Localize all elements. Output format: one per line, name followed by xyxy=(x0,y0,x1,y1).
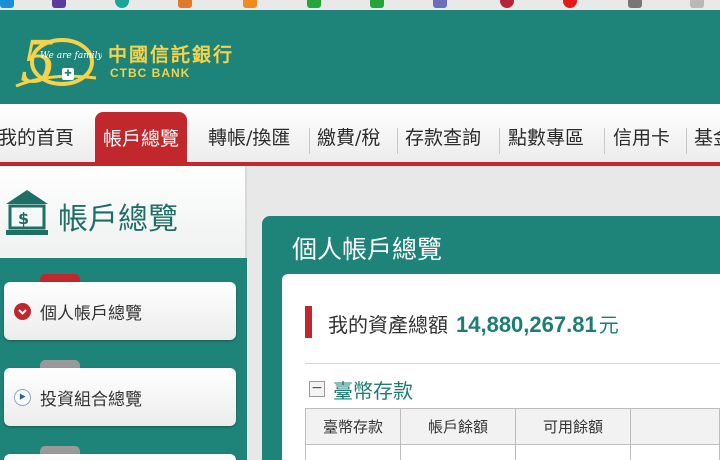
nav-separator xyxy=(499,128,500,154)
nav-item-payment[interactable]: 繳費/稅 xyxy=(317,118,380,158)
bank-name-cn: 中國信託銀行 xyxy=(108,44,235,66)
bank-building-icon: $ xyxy=(6,190,48,235)
section-title-twd-deposits[interactable]: 臺幣存款 xyxy=(333,375,413,404)
nav-item-fund[interactable]: 基金 xyxy=(694,118,720,158)
play-circle-icon xyxy=(14,389,31,406)
bank-name-en: CTBC BANK xyxy=(110,66,191,80)
bank-header: 5 We are family ✚ 中國信託銀行 CTBC BANK xyxy=(0,10,720,104)
sidebar-item-more[interactable] xyxy=(4,454,236,460)
bookmark-icon[interactable] xyxy=(690,0,704,8)
panel-title: 個人帳戶總覽 xyxy=(292,235,443,264)
table-header-cell: 可用餘額 xyxy=(515,408,631,445)
bookmark-icon[interactable] xyxy=(500,0,514,8)
sidebar-item-label: 個人帳戶總覽 xyxy=(40,304,142,324)
table-header-cell: 帳戶餘額 xyxy=(400,408,516,445)
table-header-row: 臺幣存款 帳戶餘額 可用餘額 xyxy=(305,408,720,445)
sidebar-header: $ 帳戶總覽 xyxy=(0,166,247,258)
sidebar-title: 帳戶總覽 xyxy=(58,202,178,237)
sidebar-item-personal-overview[interactable]: 個人帳戶總覽 xyxy=(4,282,236,340)
bookmark-icon[interactable] xyxy=(115,0,129,8)
nav-item-deposit-query[interactable]: 存款查詢 xyxy=(405,118,481,158)
bookmark-icon[interactable] xyxy=(370,0,384,8)
table-cell xyxy=(305,444,401,460)
nav-item-credit-card[interactable]: 信用卡 xyxy=(613,118,670,158)
logo-tagline: We are family xyxy=(40,51,102,61)
sidebar-item-label: 投資組合總覽 xyxy=(40,390,142,410)
table-header-cell: 臺幣存款 xyxy=(305,408,401,445)
nav-separator xyxy=(604,128,605,154)
nav-item-account-overview[interactable]: 帳戶總覽 xyxy=(95,112,188,166)
logo-badge-icon: ✚ xyxy=(62,68,74,80)
svg-text:$: $ xyxy=(18,209,29,228)
total-assets-value: 14,880,267.81 xyxy=(456,312,597,337)
bookmark-icon[interactable] xyxy=(563,0,577,8)
browser-bookmarks-bar xyxy=(0,0,720,10)
bookmark-icon[interactable] xyxy=(0,0,14,8)
left-sidebar: $ 帳戶總覽 個人帳戶總覽 投資組合總覽 xyxy=(0,166,247,460)
nav-item-home[interactable]: 我的首頁 xyxy=(0,118,74,158)
nav-separator xyxy=(309,128,310,154)
table-cell xyxy=(400,444,516,460)
total-assets-label: 我的資產總額 xyxy=(328,313,448,337)
table-cell xyxy=(515,444,631,460)
chevron-down-circle-icon xyxy=(14,303,31,320)
table-header-cell xyxy=(630,408,720,445)
table-row xyxy=(305,444,720,460)
collapse-toggle-button[interactable]: − xyxy=(309,381,325,397)
total-assets-unit: 元 xyxy=(598,313,619,337)
main-nav: 我的首頁 帳戶總覽 轉帳/換匯 繳費/稅 存款查詢 點數專區 信用卡 基金 xyxy=(0,104,720,166)
bookmark-icon[interactable] xyxy=(307,0,321,8)
nav-separator xyxy=(686,128,687,154)
bookmark-icon[interactable] xyxy=(52,0,66,8)
bookmark-icon[interactable] xyxy=(433,0,447,8)
asset-accent-bar xyxy=(305,306,312,338)
bookmark-icon[interactable] xyxy=(628,0,642,8)
twd-deposits-table: 臺幣存款 帳戶餘額 可用餘額 xyxy=(305,408,720,460)
section-divider xyxy=(305,363,720,364)
bookmark-icon[interactable] xyxy=(178,0,192,8)
bookmark-icon[interactable] xyxy=(243,0,257,8)
nav-item-transfer[interactable]: 轉帳/換匯 xyxy=(208,118,290,158)
table-cell xyxy=(630,444,720,460)
nav-item-points[interactable]: 點數專區 xyxy=(508,118,584,158)
total-assets-line: 我的資產總額 14,880,267.81 元 xyxy=(328,309,619,338)
sidebar-item-investment-overview[interactable]: 投資組合總覽 xyxy=(4,368,236,426)
ctbc-logo-icon[interactable]: 5 We are family xyxy=(10,32,102,90)
nav-separator xyxy=(397,128,398,154)
